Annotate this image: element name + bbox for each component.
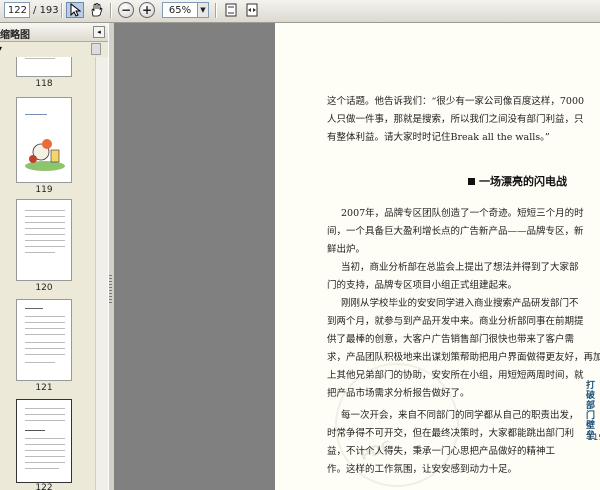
- illustration-image: [25, 139, 65, 171]
- thumbnail-label: 122: [35, 483, 53, 490]
- chevron-down-icon: ▼: [200, 6, 206, 14]
- zoom-level-field[interactable]: 65%: [162, 2, 198, 18]
- text-line: 求，产品团队积极地来出谋划策帮助把用户界面做得更友好，再加: [327, 352, 600, 363]
- trash-icon[interactable]: [91, 43, 101, 55]
- text-line: 时常争得不可开交，但在最终决策时，大家都能跳出部门利: [327, 428, 575, 439]
- fit-page-icon: [225, 3, 237, 17]
- text-line: 到两个月，就参与到产品开发中来。商业分析部同事在前期提: [327, 316, 584, 327]
- text-line: 有整体利益。请大家时时记住Break all the walls。”: [327, 132, 550, 143]
- thumbnail-label: 119: [35, 185, 53, 195]
- text-line: 2007年，品牌专区团队创造了一个奇迹。短短三个月的时: [341, 208, 584, 219]
- text-line: 门的支持，品牌专区项目小组正式组建起来。: [327, 280, 518, 291]
- hand-icon: [91, 3, 103, 17]
- thumbnail-scrollbar[interactable]: [95, 57, 108, 490]
- square-bullet-icon: [468, 178, 475, 185]
- thumbnail-toolbar: ▾: [0, 42, 108, 56]
- fit-page-button[interactable]: [222, 2, 240, 18]
- section-heading: 一场漂亮的闪电战: [468, 173, 567, 189]
- splitter-grip-icon: [109, 275, 112, 305]
- thumbnail-list: 118 119 120 121 122: [0, 57, 108, 490]
- options-dropdown-icon[interactable]: ▾: [0, 44, 2, 53]
- text-line: 每一次开会，来自不同部门的同学都从自己的职责出发，: [341, 410, 579, 421]
- thumbnail-label: 120: [35, 283, 53, 293]
- text-line: 供了最棒的创意，大客户广告销售部门很快也带来了客户需: [327, 334, 575, 345]
- thumbnail-121[interactable]: [16, 299, 72, 381]
- text-line: 上其他兄弟部门的协助，安安所在小组，用短短两周时间，就: [327, 370, 584, 381]
- page-total: / 193: [33, 4, 59, 16]
- minus-icon: −: [120, 3, 132, 17]
- chevron-left-icon: ◂: [97, 28, 101, 36]
- current-page-input[interactable]: 122: [4, 2, 30, 18]
- text-line: 人只做一件事，那就是搜索，所以我们之间没有部门利益，只: [327, 114, 584, 125]
- cursor-arrow-icon: [70, 3, 81, 17]
- text-line: 当初，商业分析部在总监会上提出了想法并得到了大家部: [341, 262, 579, 273]
- zoom-out-button[interactable]: −: [118, 2, 134, 18]
- thumbnail-118[interactable]: [16, 57, 72, 77]
- plus-icon: +: [141, 3, 153, 17]
- page-number: 119: [587, 433, 600, 443]
- thumbnail-119[interactable]: [16, 97, 72, 183]
- text-line: 作。这样的工作氛围，让安安感到动力十足。: [327, 464, 518, 475]
- thumbnail-label: 121: [35, 383, 53, 393]
- toolbar: 122 / 193 − + 65% ▼: [0, 0, 600, 23]
- pdf-page: PDG 这个话题。他告诉我们：“很少有一家公司像百度这样，7000 人只做一件事…: [275, 23, 600, 490]
- thumbnail-panel-header: 缩略图 ◂: [0, 23, 108, 42]
- thumbnail-panel: 缩略图 ◂ ▾ 118 119 120 121 122: [0, 23, 109, 490]
- zoom-in-button[interactable]: +: [139, 2, 155, 18]
- text-line: 这个话题。他告诉我们：“很少有一家公司像百度这样，7000: [327, 96, 585, 107]
- panel-title: 缩略图: [0, 30, 30, 41]
- text-line: 鲜出炉。: [327, 244, 366, 255]
- select-tool-button[interactable]: [66, 2, 84, 18]
- fit-width-icon: [246, 3, 258, 17]
- collapse-panel-button[interactable]: ◂: [93, 26, 105, 38]
- text-line: 刚刚从学校毕业的安安同学进入商业搜索产品研发部门不: [341, 298, 579, 309]
- thumbnail-122[interactable]: [16, 399, 72, 483]
- fit-width-button[interactable]: [243, 2, 261, 18]
- hand-tool-button[interactable]: [87, 2, 105, 18]
- zoom-dropdown-button[interactable]: ▼: [197, 2, 209, 18]
- text-line: 间，一个具备巨大盈利增长点的广告新产品——品牌专区，新: [327, 226, 584, 237]
- text-line: 益，不计个人得失，秉承一门心思把产品做好的精神工: [327, 446, 556, 457]
- thumbnail-label: 118: [35, 79, 53, 89]
- thumbnail-120[interactable]: [16, 199, 72, 281]
- chapter-side-title: 打破部门壁垒: [586, 381, 596, 441]
- text-line: 把产品市场需求分析报告做好了。: [327, 388, 470, 399]
